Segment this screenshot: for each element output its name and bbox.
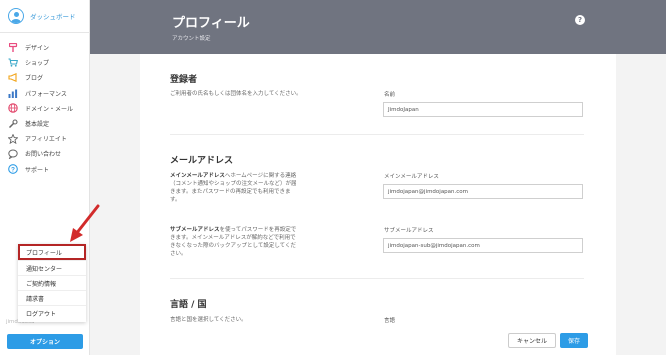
shopping-cart-icon <box>8 58 18 68</box>
section-divider <box>170 278 584 279</box>
globe-icon <box>8 103 18 114</box>
main-email-field[interactable]: jimdojapan@jimdojapan.com <box>383 184 583 199</box>
sidebar-item-domain-mail[interactable]: ドメイン・メール <box>0 101 90 116</box>
registrant-section-title: 登録者 <box>170 75 198 85</box>
main-email-label: メインメールアドレス <box>384 174 439 180</box>
help-icon[interactable]: ? <box>575 15 585 25</box>
profile-form: 登録者 ご利用者の氏名もしくは団体名を入力してください。 名前 JimdoJap… <box>140 54 616 355</box>
registrant-description: ご利用者の氏名もしくは団体名を入力してください。 <box>170 91 302 97</box>
menu-item-contract[interactable]: ご契約情報 <box>18 275 86 290</box>
page-title: プロフィール <box>172 16 250 31</box>
cancel-button[interactable]: キャンセル <box>508 333 556 348</box>
sidebar-item-performance[interactable]: パフォーマンス <box>0 86 90 101</box>
menu-item-profile[interactable]: プロフィール <box>18 244 86 260</box>
language-section-title: 言語 / 国 <box>170 300 207 310</box>
language-label: 言語 <box>384 318 396 324</box>
chat-bubble-icon <box>8 149 18 159</box>
name-field[interactable]: JimdoJapan <box>383 102 583 117</box>
dashboard-link[interactable]: ダッシュボード <box>0 0 90 32</box>
paint-roller-icon <box>8 42 18 53</box>
sidebar-item-label: デザイン <box>25 45 50 53</box>
sidebar-item-label: ブログ <box>25 75 44 83</box>
sidebar-item-contact[interactable]: お問い合わせ <box>0 146 90 161</box>
sub-email-description: サブメールアドレスを使ってパスワードを再設定できます。メインメールアドレスが解約… <box>170 226 300 258</box>
account-popup-menu: プロフィール 通知センター ご契約情報 請求書 ログアウト <box>18 244 86 322</box>
main-email-desc-bold: メインメールアドレス <box>170 173 225 179</box>
sidebar-item-label: アフィリエイト <box>25 136 67 144</box>
sidebar-item-label: サポート <box>25 166 50 174</box>
sidebar-item-label: お問い合わせ <box>25 151 62 159</box>
sidebar-item-label: パフォーマンス <box>25 90 67 98</box>
sub-email-label: サブメールアドレス <box>384 228 434 234</box>
sub-email-field[interactable]: jimdojapan-sub@jimdojapan.com <box>383 238 583 253</box>
sidebar-item-affiliate[interactable]: アフィリエイト <box>0 131 90 146</box>
sidebar-item-label: 基本設定 <box>25 121 50 129</box>
bar-chart-icon <box>8 88 18 98</box>
sidebar-item-label: ドメイン・メール <box>25 105 74 113</box>
main-email-description: メインメールアドレスへホームページに関する連絡（コメント通知やショップの注文メー… <box>170 172 300 204</box>
menu-item-notifications[interactable]: 通知センター <box>18 260 86 275</box>
menu-item-invoice[interactable]: 請求書 <box>18 290 86 305</box>
page-subtitle: アカウント設定 <box>172 36 211 42</box>
sidebar-item-design[interactable]: デザイン <box>0 40 90 55</box>
sidebar-item-shop[interactable]: ショップ <box>0 55 90 70</box>
dashboard-label: ダッシュボード <box>30 13 76 21</box>
sidebar-item-support[interactable]: ? サポート <box>0 162 90 177</box>
email-section-title: メールアドレス <box>170 156 234 166</box>
page-header: プロフィール アカウント設定 ? <box>90 0 666 54</box>
save-button[interactable]: 保存 <box>560 333 588 348</box>
star-icon <box>8 133 18 144</box>
options-button[interactable]: オプション <box>7 334 83 349</box>
sidebar-item-blog[interactable]: ブログ <box>0 70 90 85</box>
sidebar-divider <box>0 32 90 33</box>
annotation-arrow-icon <box>70 204 100 242</box>
sidebar-item-label: ショップ <box>25 60 50 68</box>
name-label: 名前 <box>384 92 396 98</box>
language-description: 言語と国を選択してください。 <box>170 317 247 323</box>
user-avatar-icon <box>8 8 24 24</box>
menu-item-logout[interactable]: ログアウト <box>18 305 86 320</box>
sidebar-nav: デザイン ショップ ブログ パフォーマンス ドメイン・メール 基本設定 アフィリ… <box>0 40 90 177</box>
svg-text:?: ? <box>11 166 15 173</box>
question-circle-icon: ? <box>8 164 18 174</box>
megaphone-icon <box>8 73 18 83</box>
sub-email-desc-bold: サブメールアドレス <box>170 227 220 233</box>
section-divider <box>170 134 584 135</box>
wrench-icon <box>8 118 18 129</box>
sidebar-item-basic-settings[interactable]: 基本設定 <box>0 116 90 131</box>
